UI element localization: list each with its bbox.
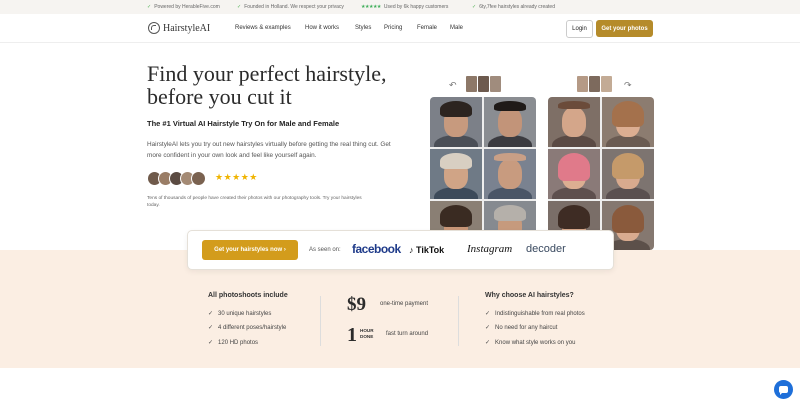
check-icon: ✓ [208,325,214,331]
tiktok-icon: ♪ [409,245,414,255]
divider [320,296,321,346]
package-title: All photoshoots include [208,292,288,299]
check-icon: ✓ [208,311,214,317]
hairstyle-photo [548,149,600,199]
rating-stars-icon: ★★★★★ [215,172,258,182]
source-thumbnail [589,76,600,92]
curved-arrow-icon: ↶ [449,80,457,90]
list-item: ✓ 120 HD photos [208,340,259,346]
chat-icon [779,386,788,395]
female-hairstyle-gallery [548,97,654,250]
trust-item: ✓ Founded in Holland. We respect your pri… [237,4,344,10]
login-button[interactable]: Login [566,20,593,38]
nav-link-pricing[interactable]: Pricing [384,25,402,31]
check-icon: ✓ [472,4,477,10]
hairstyle-photo [484,97,536,147]
trust-bar: ✓ Powered by HerableFive.com ✓ Founded in … [0,0,800,14]
trust-item: ✓ 6ty,7fee hairstyles already created [472,4,555,10]
source-thumbnails-female [577,76,613,92]
hairstyle-photo [602,97,654,147]
trust-item: ★★★★★ Used by 6k happy customers [361,4,449,10]
hairstyle-photo [602,149,654,199]
list-item: ✓ No need for any haircut [485,325,558,331]
social-proof-note: Tens of thousands of people have created… [147,196,362,208]
divider [458,296,459,346]
male-hairstyle-gallery [430,97,536,250]
price: $9 [347,294,366,315]
turnaround-number: 1 [347,324,357,346]
curved-arrow-icon: ↷ [624,80,632,90]
trust-item: ✓ Powered by HerableFive.com [147,4,220,10]
hairstyle-photo [430,149,482,199]
hero-subtitle: The #1 Virtual AI Hairstyle Try On for M… [147,119,340,128]
turnaround-label: HOUR DONE [360,328,374,339]
why-title: Why choose AI hairstyles? [485,292,574,299]
list-item: ✓ 4 different poses/hairstyle [208,325,287,331]
source-thumbnail [490,76,501,92]
list-item: ✓ Know what style works on you [485,340,576,346]
hero-title: Find your perfect hairstyle, before you … [147,61,387,109]
nav-link-styles[interactable]: Styles [355,25,371,31]
logo-icon [148,22,160,34]
check-icon: ✓ [237,4,242,10]
check-icon: ✓ [147,4,152,10]
as-seen-on-bar: Get your hairstyles now › As seen on: fa… [187,230,614,270]
source-thumbnail [577,76,588,92]
check-icon: ✓ [485,311,491,317]
facebook-logo: facebook [352,242,401,256]
logo[interactable]: HairstyleAI [148,22,210,34]
star-rating-icon: ★★★★★ [361,4,381,10]
list-item: ✓ Indistinguishable from real photos [485,311,585,317]
instagram-logo: Instagram [467,243,513,255]
decoder-logo: decoder [526,243,566,255]
source-thumbnail [466,76,477,92]
check-icon: ✓ [485,340,491,346]
source-thumbnail [601,76,612,92]
nav-link-reviews[interactable]: Reviews & examples [235,25,291,31]
list-item: ✓ 30 unique hairstyles [208,311,272,317]
nav-link-how-it-works[interactable]: How it works [305,25,339,31]
as-seen-on-label: As seen on: [309,247,341,253]
chat-button[interactable] [774,380,793,399]
nav-link-female[interactable]: Female [417,25,437,31]
tiktok-logo: ♪ TikTok [409,245,445,255]
hairstyle-photo [430,97,482,147]
get-hairstyles-button[interactable]: Get your hairstyles now › [202,240,298,260]
hairstyle-photo [484,149,536,199]
hairstyle-photo [548,97,600,147]
customer-avatars [147,171,206,186]
hero-description: HairstyleAI lets you try out new hairsty… [147,141,391,159]
check-icon: ✓ [208,340,214,346]
nav-link-male[interactable]: Male [450,25,463,31]
get-photos-button[interactable]: Get your photos [596,20,653,37]
source-thumbnail [478,76,489,92]
check-icon: ✓ [485,325,491,331]
turnaround-note: fast turn around [386,331,429,337]
price-note: one-time payment [380,301,429,307]
main-nav: HairstyleAI Reviews & examples How it wo… [0,14,800,43]
source-thumbnails-male [466,76,502,92]
avatar [191,171,206,186]
